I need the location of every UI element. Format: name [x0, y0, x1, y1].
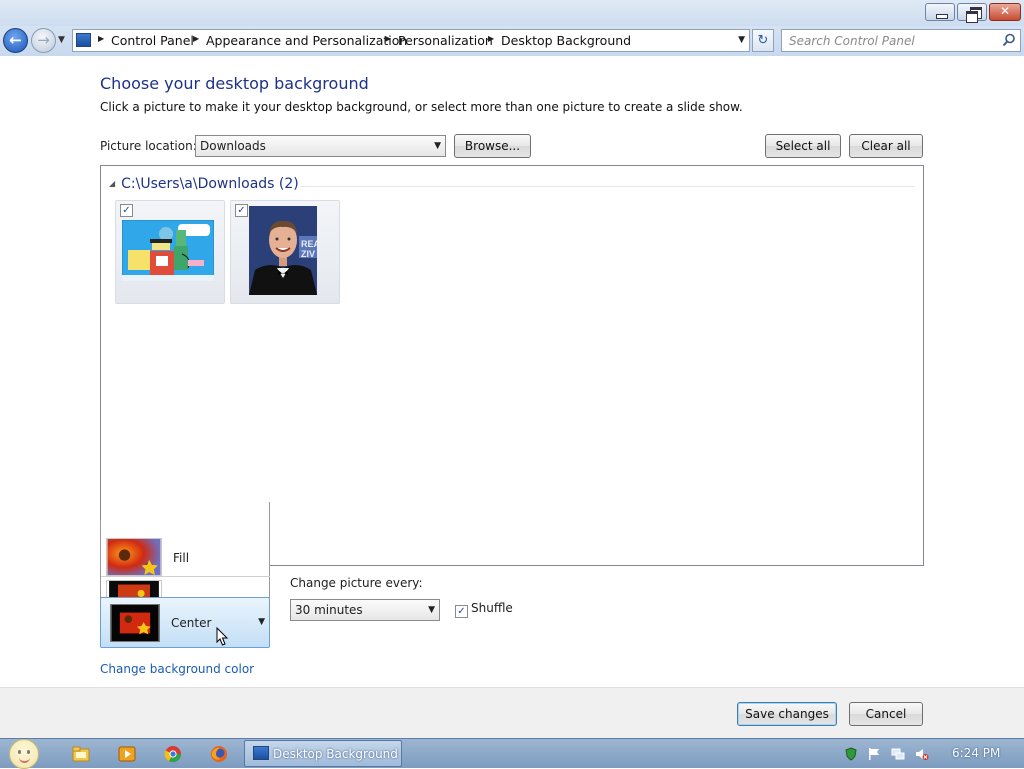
breadcrumb-arrow-icon[interactable]: ▶ [488, 34, 494, 43]
control-panel-icon [253, 746, 269, 760]
command-bar: Save changes Cancel [0, 687, 1024, 738]
taskbar-item-desktop-background[interactable]: Desktop Background [244, 740, 402, 767]
picture-location-value: Downloads [200, 139, 266, 153]
picture-location-label: Picture location: [100, 139, 197, 153]
chevron-down-icon: ▼ [258, 617, 265, 627]
navigation-bar: ← → ▼ ▶ Control Panel ▶ Appearance and P… [0, 26, 1024, 56]
action-center-flag-icon[interactable] [867, 747, 881, 761]
cancel-button[interactable]: Cancel [849, 702, 923, 726]
taskbar-item-label: Desktop Background [273, 747, 398, 761]
control-panel-icon [76, 33, 91, 47]
search-icon[interactable] [1002, 33, 1016, 47]
start-button[interactable] [9, 739, 39, 769]
picture-position-value: Center [171, 616, 212, 630]
select-all-button[interactable]: Select all [765, 134, 841, 158]
flower-thumbnail[interactable] [106, 538, 162, 576]
cartoon-thumbnail [122, 220, 214, 281]
change-background-color-link[interactable]: Change background color [100, 662, 254, 676]
collapse-triangle-icon[interactable]: ◢ [109, 179, 115, 188]
picture-tile[interactable]: ✓ [115, 200, 225, 304]
svg-text:REA: REA [301, 239, 317, 249]
minimize-button[interactable] [925, 3, 955, 21]
search-input[interactable] [782, 30, 992, 51]
picture-checkbox[interactable]: ✓ [120, 204, 133, 217]
recent-pages-button[interactable]: ▼ [58, 35, 65, 45]
save-changes-button[interactable]: Save changes [737, 702, 837, 726]
picture-checkbox[interactable]: ✓ [235, 204, 248, 217]
shuffle-label: Shuffle [471, 601, 513, 615]
content-area: Choose your desktop background Click a p… [0, 56, 1024, 687]
picture-location-dropdown[interactable]: Downloads ▼ [195, 135, 446, 157]
picture-position-dropdown[interactable]: Center ▼ [100, 597, 270, 648]
volume-muted-icon[interactable] [915, 747, 929, 761]
security-shield-icon[interactable] [844, 747, 858, 761]
picture-tile[interactable]: ✓ REA ZIV [230, 200, 340, 304]
taskbar: Desktop Background 6:24 PM [0, 738, 1024, 769]
breadcrumb-arrow-icon[interactable]: ▶ [98, 34, 104, 43]
group-divider [301, 186, 915, 187]
forward-button[interactable]: → [31, 28, 56, 53]
chevron-down-icon: ▼ [428, 605, 435, 615]
explorer-icon[interactable] [72, 745, 90, 763]
back-button[interactable]: ← [3, 28, 28, 53]
search-box[interactable] [781, 29, 1021, 52]
refresh-button[interactable]: ↻ [752, 29, 774, 52]
change-picture-interval-dropdown[interactable]: 30 minutes ▼ [290, 599, 440, 621]
checkbox-check-icon[interactable]: ✓ [455, 605, 468, 618]
flower-thumbnail [110, 604, 160, 642]
picture-list[interactable]: ◢ C:\Users\a\Downloads (2) ✓ ✓ REA ZIV [100, 165, 924, 566]
breadcrumb-desktop-background[interactable]: Desktop Background [501, 33, 631, 48]
address-bar[interactable]: ▶ Control Panel ▶ Appearance and Persona… [72, 29, 750, 52]
shuffle-checkbox[interactable]: ✓ Shuffle [455, 601, 513, 618]
mouse-cursor-icon [216, 627, 229, 646]
change-picture-label: Change picture every: [290, 576, 423, 590]
browse-button[interactable]: Browse... [454, 134, 531, 158]
folder-path: C:\Users\a\Downloads (2) [121, 176, 299, 192]
picture-position-list[interactable]: Fill [100, 502, 270, 598]
system-clock[interactable]: 6:24 PM [952, 746, 1000, 760]
portrait-thumbnail: REA ZIV [249, 206, 317, 295]
chrome-icon[interactable] [164, 745, 182, 763]
network-icon[interactable] [891, 747, 905, 761]
window-titlebar [0, 0, 1024, 26]
breadcrumb-arrow-icon[interactable]: ▶ [385, 34, 391, 43]
firefox-icon[interactable] [210, 745, 228, 763]
breadcrumb-control-panel[interactable]: Control Panel [111, 33, 194, 48]
close-button[interactable] [989, 3, 1021, 21]
restore-button[interactable] [957, 3, 987, 23]
address-dropdown-icon[interactable]: ▼ [738, 35, 745, 45]
page-description: Click a picture to make it your desktop … [100, 100, 743, 114]
breadcrumb-personalization[interactable]: Personalization [398, 33, 493, 48]
breadcrumb-arrow-icon[interactable]: ▶ [193, 34, 199, 43]
folder-group-header[interactable]: ◢ C:\Users\a\Downloads (2) [109, 176, 299, 192]
breadcrumb-appearance-personalization[interactable]: Appearance and Personalization [206, 33, 407, 48]
interval-value: 30 minutes [295, 603, 363, 617]
media-player-icon[interactable] [118, 745, 136, 763]
clear-all-button[interactable]: Clear all [849, 134, 923, 158]
fill-option[interactable]: Fill [173, 551, 189, 565]
chevron-down-icon: ▼ [434, 141, 441, 151]
svg-text:ZIV: ZIV [301, 249, 315, 259]
page-title: Choose your desktop background [100, 74, 369, 93]
flower-thumbnail[interactable] [106, 580, 162, 598]
